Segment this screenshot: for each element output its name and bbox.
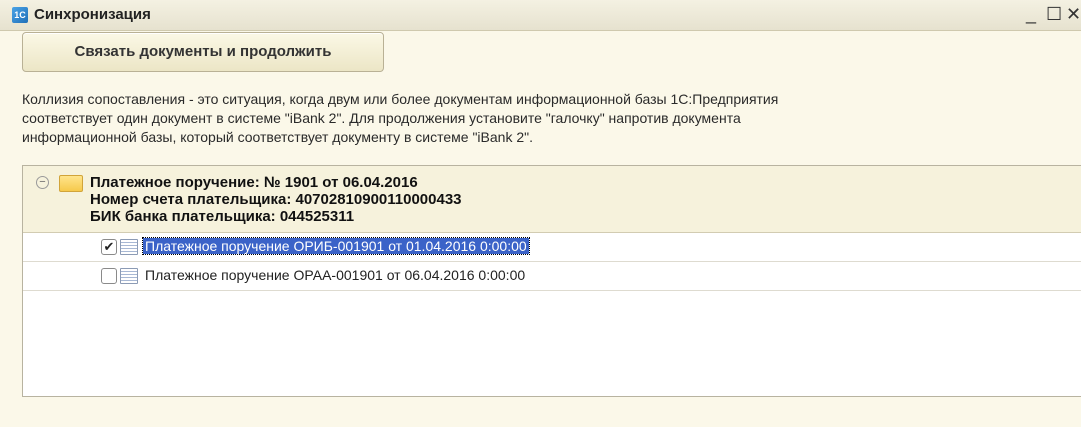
table-row[interactable]: ✔ Платежное поручение ОРИБ-001901 от 01.… bbox=[23, 233, 1081, 262]
group-line-document: Платежное поручение: № 1901 от 06.04.201… bbox=[90, 174, 418, 191]
maximize-button[interactable]: ☐ bbox=[1046, 4, 1062, 24]
minimize-button[interactable]: _ bbox=[1026, 4, 1036, 24]
row-label: Платежное поручение ОРАА-001901 от 06.04… bbox=[145, 267, 526, 283]
window-content: Связать документы и продолжить Коллизия … bbox=[0, 31, 1081, 427]
document-icon bbox=[120, 268, 138, 284]
title-bar: 1C Синхронизация _ ☐ ✕ bbox=[0, 0, 1081, 31]
description-line: Коллизия сопоставления - это ситуация, к… bbox=[22, 91, 779, 107]
collision-description: Коллизия сопоставления - это ситуация, к… bbox=[22, 90, 1067, 147]
row-label: Платежное поручение ОРИБ-001901 от 01.04… bbox=[142, 237, 530, 255]
row-checkbox[interactable]: ✔ bbox=[101, 239, 117, 255]
group-header: Платежное поручение: № 1901 от 06.04.201… bbox=[90, 174, 462, 225]
app-icon: 1C bbox=[12, 7, 28, 23]
link-documents-button[interactable]: Связать документы и продолжить bbox=[22, 32, 384, 72]
table-row[interactable]: Платежное поручение ОРАА-001901 от 06.04… bbox=[23, 262, 1081, 291]
group-row[interactable]: − Платежное поручение: № 1901 от 06.04.2… bbox=[23, 166, 1081, 233]
close-button[interactable]: ✕ bbox=[1066, 4, 1081, 24]
document-icon bbox=[120, 239, 138, 255]
documents-tree: − Платежное поручение: № 1901 от 06.04.2… bbox=[22, 165, 1081, 397]
group-line-bik: БИК банка плательщика: 044525311 bbox=[90, 208, 355, 225]
collapse-icon[interactable]: − bbox=[36, 176, 49, 189]
folder-icon bbox=[59, 175, 83, 192]
description-line: информационной базы, который соответству… bbox=[22, 129, 533, 145]
group-line-account: Номер счета плательщика: 407028109001100… bbox=[90, 191, 462, 208]
window-title: Синхронизация bbox=[34, 6, 151, 23]
row-checkbox[interactable] bbox=[101, 268, 117, 284]
description-line: соответствует один документ в системе "i… bbox=[22, 110, 741, 126]
